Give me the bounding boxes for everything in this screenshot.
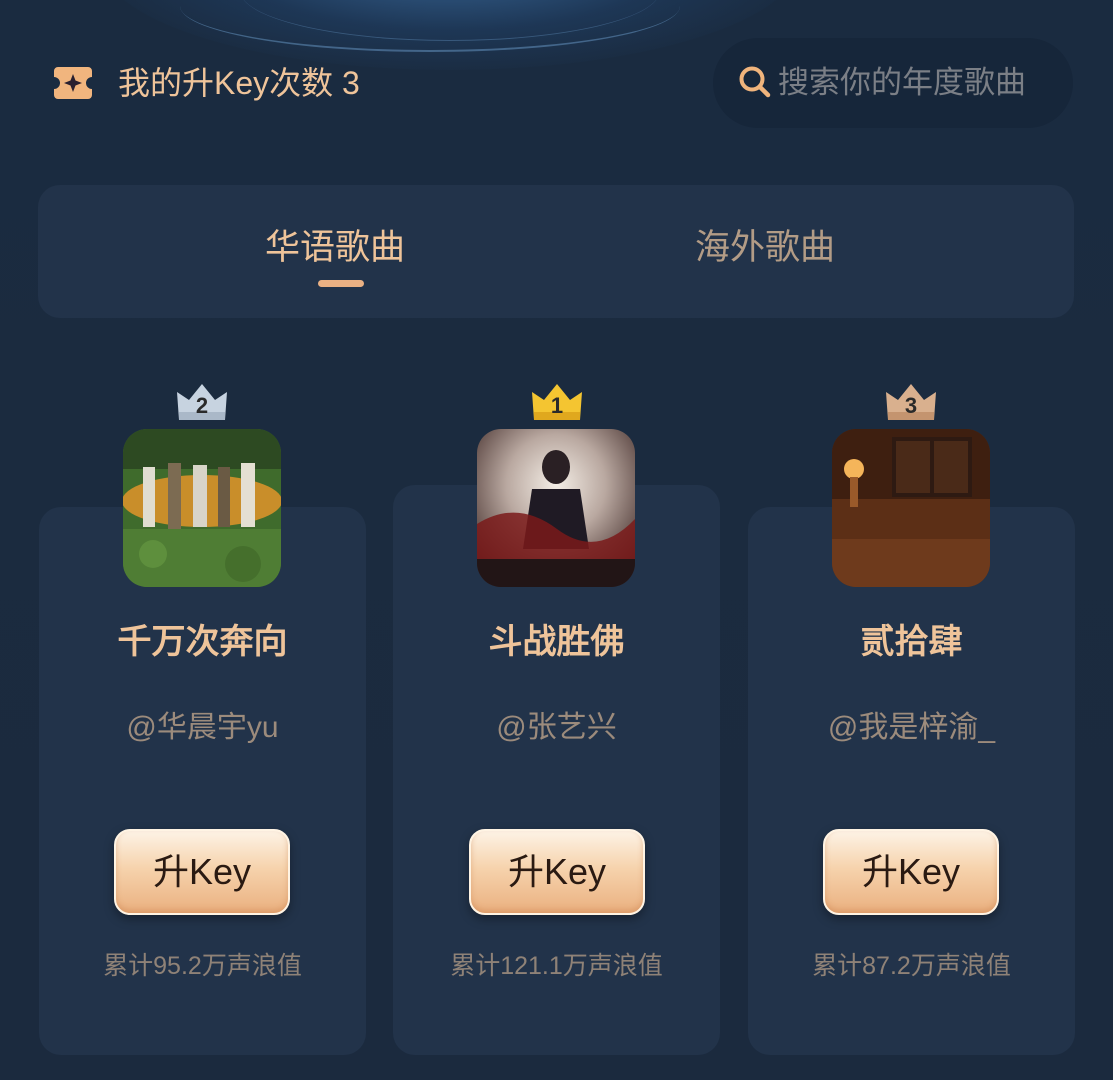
rank-3-number: 3 — [904, 393, 918, 418]
score-rank-1: 累计121.1万声浪值 — [450, 952, 663, 980]
rank-2-number: 2 — [195, 393, 209, 418]
key-count-label: 我的升Key次数 3 — [118, 65, 360, 101]
song-artist-rank-3[interactable]: @我是梓渝_ — [748, 705, 1075, 751]
search-icon[interactable] — [738, 65, 772, 99]
tabs-panel — [38, 185, 1074, 318]
search-placeholder[interactable]: 搜索你的年度歌曲 — [778, 60, 1026, 106]
song-artist-rank-2[interactable]: @华晨宇yu — [39, 705, 366, 751]
album-cover-rank-2[interactable] — [123, 429, 281, 587]
album-cover-rank-1[interactable] — [477, 429, 635, 587]
song-artist-rank-1[interactable]: @张艺兴 — [393, 705, 720, 751]
ticket-sparkle-icon — [52, 65, 94, 101]
key-up-button-rank-1[interactable]: 升Key — [469, 829, 645, 915]
active-tab-indicator — [318, 280, 364, 287]
song-title-rank-2[interactable]: 千万次奔向 — [39, 618, 366, 666]
rank-1-number: 1 — [550, 393, 564, 418]
key-up-button-rank-3[interactable]: 升Key — [823, 829, 999, 915]
song-title-rank-3[interactable]: 贰拾肆 — [748, 618, 1075, 666]
score-rank-3: 累计87.2万声浪值 — [812, 952, 1011, 980]
song-title-rank-1[interactable]: 斗战胜佛 — [393, 618, 720, 666]
tab-chinese-songs[interactable]: 华语歌曲 — [265, 222, 405, 274]
score-rank-2: 累计95.2万声浪值 — [103, 952, 302, 980]
album-cover-rank-3[interactable] — [832, 429, 990, 587]
key-up-button-rank-2[interactable]: 升Key — [114, 829, 290, 915]
tab-overseas-songs[interactable]: 海外歌曲 — [695, 222, 835, 274]
